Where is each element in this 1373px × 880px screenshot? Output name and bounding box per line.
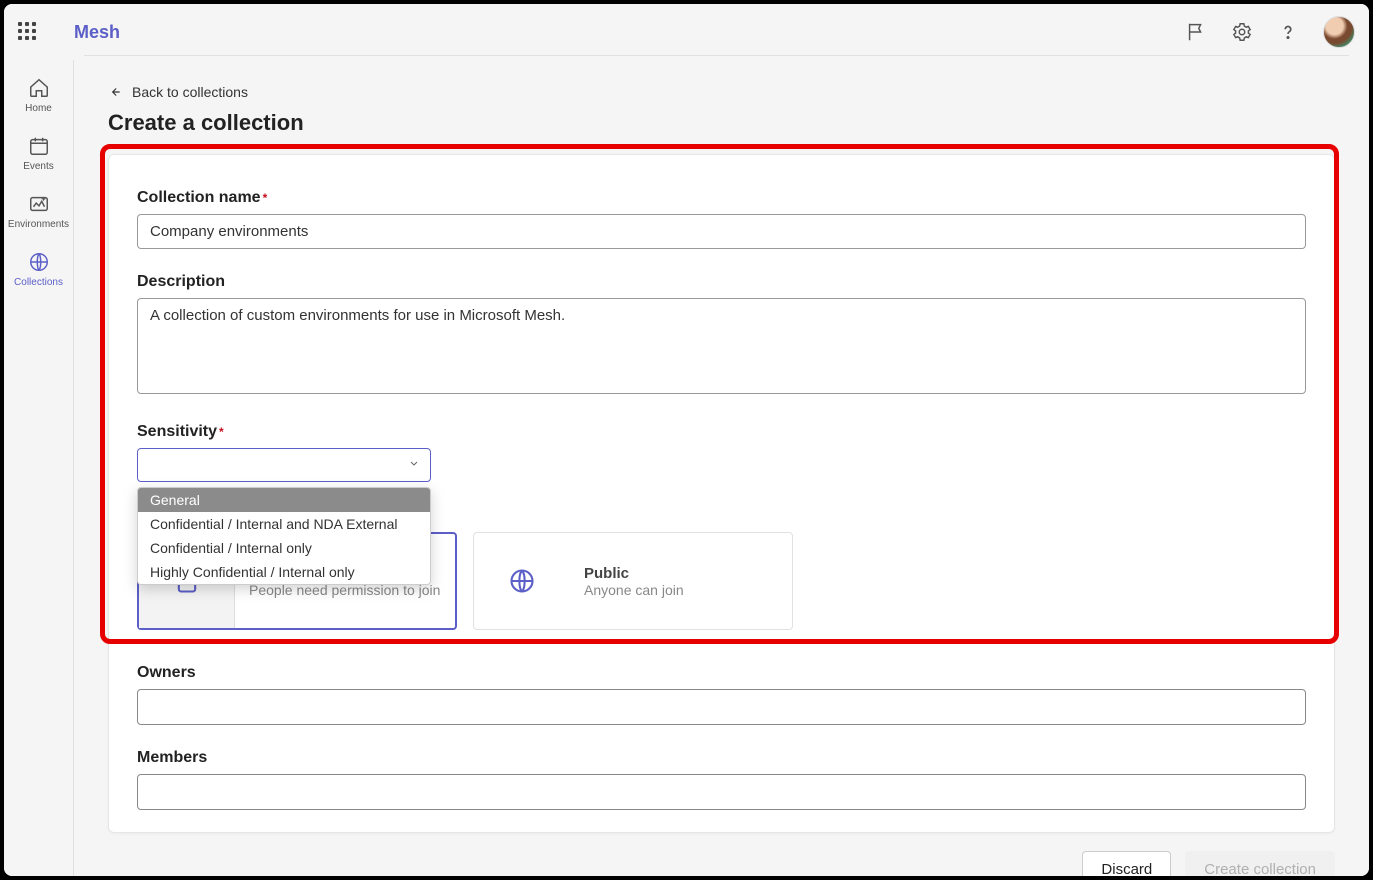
content-area: Back to collections Create a collection …: [74, 60, 1369, 876]
sensitivity-label: Sensitivity*: [137, 423, 1306, 441]
owners-input[interactable]: [137, 689, 1306, 725]
owners-label: Owners: [137, 664, 1306, 682]
back-link-label: Back to collections: [132, 84, 248, 100]
sidebar-item-label: Events: [23, 161, 54, 172]
topbar-divider: [84, 55, 1349, 56]
members-label: Members: [137, 749, 1306, 767]
globe-icon: [474, 533, 570, 629]
gear-icon[interactable]: [1231, 21, 1253, 43]
form-footer: Discard Create collection: [108, 851, 1335, 876]
arrow-left-icon: [108, 85, 122, 99]
app-launcher-icon[interactable]: [18, 22, 38, 42]
description-input[interactable]: [137, 298, 1306, 394]
form-card: Collection name* Description Sensitivity…: [108, 154, 1335, 833]
sidebar-item-label: Environments: [8, 219, 69, 230]
sensitivity-option[interactable]: Confidential / Internal and NDA External: [138, 512, 430, 536]
back-to-collections-link[interactable]: Back to collections: [108, 84, 248, 100]
privacy-body: Public Anyone can join: [570, 565, 698, 598]
sidebar: Home Events Environments Collections: [4, 60, 74, 876]
sidebar-item-events[interactable]: Events: [8, 124, 70, 182]
privacy-subtitle: Anyone can join: [584, 582, 684, 598]
topbar: Mesh: [4, 4, 1369, 60]
help-icon[interactable]: [1277, 21, 1299, 43]
chevron-down-icon: [408, 457, 420, 474]
required-asterisk: *: [263, 191, 268, 205]
sensitivity-dropdown: General Confidential / Internal and NDA …: [137, 487, 431, 585]
sidebar-item-label: Home: [25, 103, 52, 114]
sensitivity-option[interactable]: General: [138, 488, 430, 512]
topbar-right: [1185, 16, 1355, 48]
discard-button[interactable]: Discard: [1082, 851, 1171, 876]
flag-icon[interactable]: [1185, 21, 1207, 43]
sensitivity-select-wrap: General Confidential / Internal and NDA …: [137, 448, 431, 482]
sensitivity-select[interactable]: [137, 448, 431, 482]
required-asterisk: *: [219, 425, 224, 439]
collection-name-input[interactable]: [137, 214, 1306, 249]
app-title[interactable]: Mesh: [74, 22, 120, 43]
sidebar-item-home[interactable]: Home: [8, 66, 70, 124]
privacy-title: Public: [584, 565, 684, 582]
description-label: Description: [137, 273, 1306, 291]
sidebar-item-environments[interactable]: Environments: [8, 182, 70, 240]
avatar[interactable]: [1323, 16, 1355, 48]
page-title: Create a collection: [108, 110, 1335, 136]
collection-name-label: Collection name*: [137, 189, 1306, 207]
sensitivity-option[interactable]: Highly Confidential / Internal only: [138, 560, 430, 584]
app-window: Mesh Home Events: [4, 4, 1369, 876]
sensitivity-option[interactable]: Confidential / Internal only: [138, 536, 430, 560]
privacy-option-public[interactable]: Public Anyone can join: [473, 532, 793, 630]
create-collection-button[interactable]: Create collection: [1185, 851, 1335, 876]
sidebar-item-collections[interactable]: Collections: [8, 240, 70, 298]
sidebar-item-label: Collections: [14, 277, 63, 288]
members-input[interactable]: [137, 774, 1306, 810]
